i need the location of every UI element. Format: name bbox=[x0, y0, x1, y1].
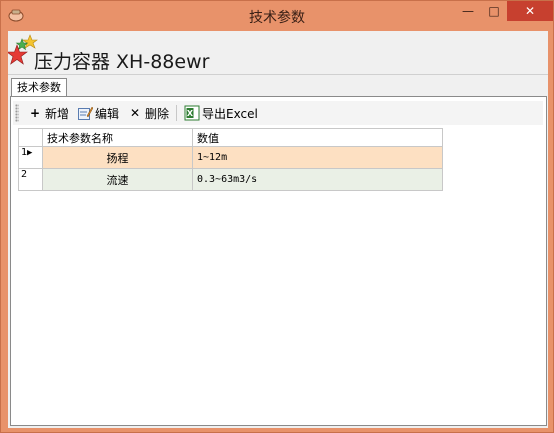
delete-x-icon: ✕ bbox=[130, 106, 141, 120]
add-button[interactable]: + 新增 bbox=[23, 102, 73, 124]
column-header-name[interactable]: 技术参数名称 bbox=[42, 128, 193, 147]
app-window: 技术参数 — □ ✕ 压力容器 XH-88ewr 技术参数 + 新增 编辑 ✕ … bbox=[0, 0, 554, 433]
cell-param-value[interactable]: 0.3~63m3/s bbox=[192, 168, 443, 191]
export-excel-button[interactable]: X 导出Excel bbox=[180, 102, 262, 124]
edit-button-label: 编辑 bbox=[95, 106, 120, 121]
row-index: 2 bbox=[21, 169, 28, 180]
title-bar[interactable]: 技术参数 — □ ✕ bbox=[1, 1, 553, 31]
client-area: 压力容器 XH-88ewr 技术参数 + 新增 编辑 ✕ 删除 X 导出Exce… bbox=[8, 31, 548, 428]
excel-icon: X bbox=[184, 105, 200, 121]
cell-param-name[interactable]: 扬程 bbox=[42, 146, 193, 169]
header-panel: 压力容器 XH-88ewr bbox=[8, 31, 548, 75]
delete-button-label: 删除 bbox=[145, 106, 170, 121]
plus-icon: + bbox=[29, 106, 41, 120]
delete-button[interactable]: ✕ 删除 bbox=[123, 102, 173, 124]
svg-text:X: X bbox=[187, 109, 194, 118]
cell-param-value[interactable]: 1~12m bbox=[192, 146, 443, 169]
grid-corner-cell[interactable] bbox=[18, 128, 43, 147]
add-button-label: 新增 bbox=[45, 106, 70, 121]
maximize-button[interactable]: □ bbox=[481, 1, 507, 21]
toolbar: + 新增 编辑 ✕ 删除 X 导出Excel bbox=[13, 101, 543, 125]
grid-header-row: 技术参数名称 数值 bbox=[18, 128, 443, 147]
edit-button[interactable]: 编辑 bbox=[73, 102, 123, 124]
toolbar-grip[interactable] bbox=[15, 104, 19, 122]
cell-param-name[interactable]: 流速 bbox=[42, 168, 193, 191]
row-header[interactable]: 1▶ bbox=[18, 146, 43, 169]
tab-technical-params[interactable]: 技术参数 bbox=[11, 78, 67, 97]
column-header-value[interactable]: 数值 bbox=[192, 128, 443, 147]
table-row[interactable]: 1▶ 扬程 1~12m bbox=[18, 146, 443, 169]
current-row-arrow-icon: ▶ bbox=[27, 148, 33, 158]
params-grid: 技术参数名称 数值 1▶ 扬程 1~12m 2 流速 0.3~63m3/s bbox=[18, 128, 443, 191]
page-title: 压力容器 XH-88ewr bbox=[34, 51, 210, 73]
table-row[interactable]: 2 流速 0.3~63m3/s bbox=[18, 168, 443, 191]
row-header[interactable]: 2 bbox=[18, 168, 43, 191]
export-excel-label: 导出Excel bbox=[202, 106, 258, 121]
minimize-button[interactable]: — bbox=[455, 1, 481, 21]
tab-page: + 新增 编辑 ✕ 删除 X 导出Excel 技术参数名称 数值 1▶ 扬程 1… bbox=[10, 96, 547, 426]
toolbar-separator bbox=[176, 105, 178, 121]
close-button[interactable]: ✕ bbox=[507, 1, 553, 21]
edit-icon bbox=[78, 106, 94, 120]
